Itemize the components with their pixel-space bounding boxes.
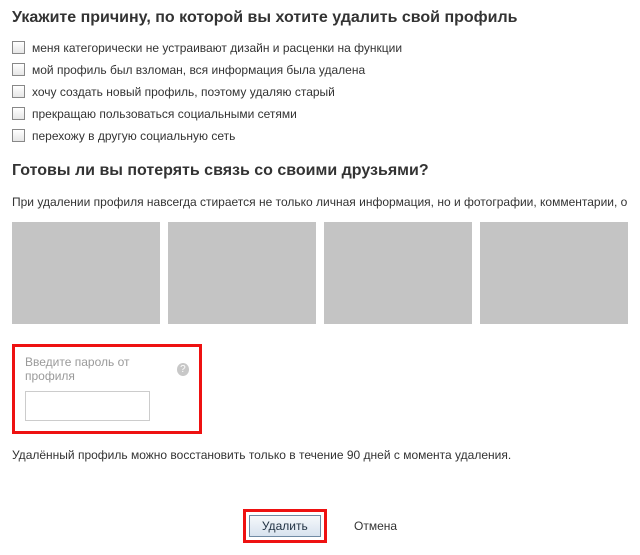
- reason-heading: Укажите причину, по которой вы хотите уд…: [12, 8, 628, 29]
- friend-thumbnail: [324, 222, 472, 324]
- friend-thumbnail: [168, 222, 316, 324]
- password-input[interactable]: [25, 391, 150, 421]
- reason-label: перехожу в другую социальную сеть: [32, 129, 235, 143]
- checkbox-icon[interactable]: [12, 85, 25, 98]
- friend-thumbnail: [12, 222, 160, 324]
- reason-label: хочу создать новый профиль, поэтому удал…: [32, 85, 335, 99]
- checkbox-icon[interactable]: [12, 107, 25, 120]
- delete-button[interactable]: Удалить: [249, 515, 321, 537]
- restore-note: Удалённый профиль можно восстановить тол…: [12, 448, 628, 462]
- delete-highlight: Удалить: [243, 509, 327, 543]
- help-icon[interactable]: ?: [177, 363, 189, 376]
- action-bar: Удалить Отмена: [0, 509, 640, 543]
- reason-label: мой профиль был взломан, вся информация …: [32, 63, 365, 77]
- checkbox-icon[interactable]: [12, 129, 25, 142]
- reason-label: прекращаю пользоваться социальными сетям…: [32, 107, 297, 121]
- friends-row: [12, 222, 628, 324]
- password-label-row: Введите пароль от профиля ?: [25, 355, 189, 383]
- reason-list: меня категорически не устраивают дизайн …: [12, 41, 628, 143]
- reason-option[interactable]: меня категорически не устраивают дизайн …: [12, 41, 628, 55]
- reason-option[interactable]: мой профиль был взломан, вся информация …: [12, 63, 628, 77]
- reason-option[interactable]: хочу создать новый профиль, поэтому удал…: [12, 85, 628, 99]
- reason-option[interactable]: перехожу в другую социальную сеть: [12, 129, 628, 143]
- checkbox-icon[interactable]: [12, 41, 25, 54]
- friends-heading: Готовы ли вы потерять связь со своими др…: [12, 161, 628, 182]
- checkbox-icon[interactable]: [12, 63, 25, 76]
- friend-thumbnail: [480, 222, 628, 324]
- delete-warning-text: При удалении профиля навсегда стирается …: [12, 194, 628, 211]
- password-block: Введите пароль от профиля ?: [12, 344, 202, 434]
- cancel-button[interactable]: Отмена: [354, 519, 397, 533]
- reason-option[interactable]: прекращаю пользоваться социальными сетям…: [12, 107, 628, 121]
- reason-label: меня категорически не устраивают дизайн …: [32, 41, 402, 55]
- password-label: Введите пароль от профиля: [25, 355, 173, 383]
